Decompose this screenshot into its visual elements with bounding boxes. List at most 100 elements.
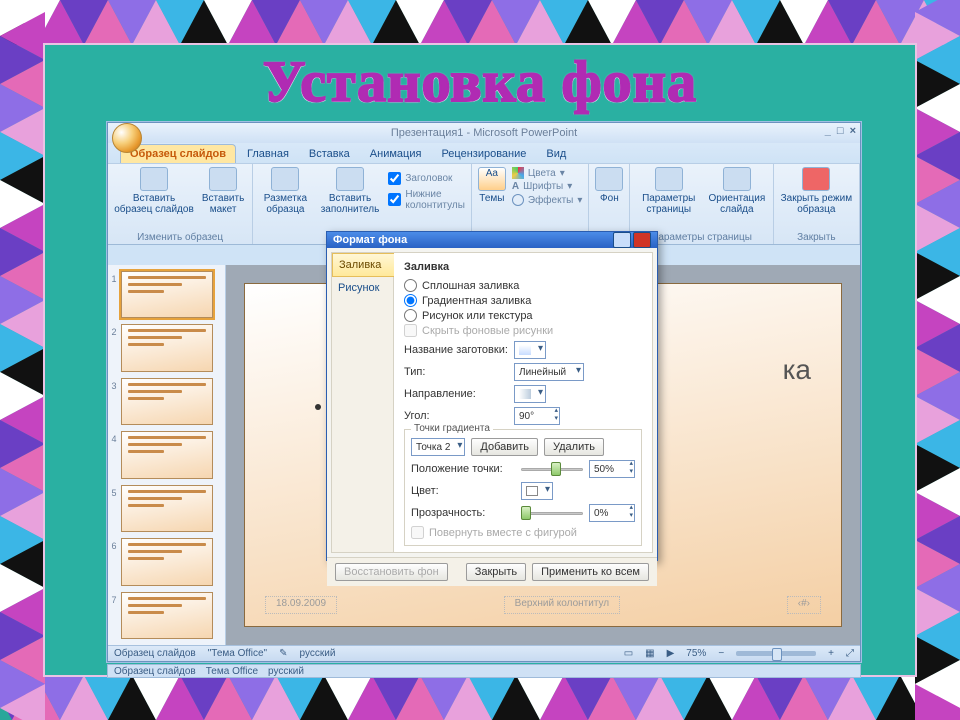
fonts-menu[interactable]: AШрифты ▾ [512, 181, 583, 192]
tab-review[interactable]: Рецензирование [432, 145, 535, 163]
effects-icon [512, 194, 524, 206]
color-picker[interactable] [521, 482, 553, 500]
slide-thumbnail[interactable]: 1 [121, 271, 213, 318]
apply-to-all-button[interactable]: Применить ко всем [532, 563, 649, 581]
nav-picture[interactable]: Рисунок [332, 277, 393, 299]
insert-placeholder-button[interactable]: Вставить заполнитель [318, 167, 383, 215]
footers-checkbox-label: Нижние колонтитулы [405, 189, 465, 211]
master-layout-button[interactable]: Разметка образца [259, 167, 312, 215]
close-master-label: Закрыть режим образца [780, 193, 853, 215]
page-title: Установка фона [0, 48, 960, 115]
themes-button[interactable]: Aa Темы [478, 167, 506, 206]
master-layout-label: Разметка образца [259, 193, 312, 215]
add-stop-button[interactable]: Добавить [471, 438, 538, 456]
status2-theme: Тема Office [206, 666, 258, 677]
colors-menu[interactable]: Цвета ▾ [512, 167, 583, 179]
close-master-button[interactable]: Закрыть режим образца [780, 167, 853, 215]
direction-label: Направление: [404, 388, 508, 400]
radio-picture-label: Рисунок или текстура [422, 310, 533, 322]
maximize-button[interactable]: □ [837, 125, 844, 137]
radio-gradient-input[interactable] [404, 294, 417, 307]
bullet-icon [315, 404, 321, 410]
slide-thumbnail[interactable]: 4 [121, 431, 213, 478]
insert-slide-master-button[interactable]: Вставить образец слайдов [114, 167, 194, 215]
view-sorter-icon[interactable]: ▦ [645, 648, 654, 659]
insert-slide-master-label: Вставить образец слайдов [114, 193, 194, 215]
preset-combo[interactable] [514, 341, 546, 359]
slide-thumbnail[interactable]: 5 [121, 485, 213, 532]
zoom-out-button[interactable]: − [718, 648, 724, 659]
themes-icon: Aa [478, 167, 506, 191]
angle-spinner[interactable]: 90° [514, 407, 560, 425]
footer-slide-number[interactable]: ‹#› [787, 596, 821, 614]
radio-gradient[interactable]: Градиентная заливка [404, 294, 642, 307]
direction-swatch-icon [519, 389, 531, 399]
footer-date[interactable]: 18.09.2009 [265, 596, 337, 614]
stops-legend: Точки градиента [411, 423, 493, 434]
zoom-value[interactable]: 75% [686, 648, 706, 659]
slide-thumbnail[interactable]: 2 [121, 324, 213, 371]
slide-title-tail: ка [783, 354, 811, 386]
slide-thumbnail[interactable]: 6 [121, 538, 213, 585]
fonts-label: Шрифты [523, 181, 563, 192]
dialog-close-button[interactable] [633, 232, 651, 248]
tab-insert[interactable]: Вставка [300, 145, 359, 163]
insert-layout-button[interactable]: Вставить макет [200, 167, 246, 215]
ribbon-group-label: Закрыть [780, 232, 853, 243]
radio-picture-input[interactable] [404, 309, 417, 322]
stop-select[interactable]: Точка 2 [411, 438, 465, 456]
reset-background-button[interactable]: Восстановить фон [335, 563, 448, 581]
office-button[interactable] [112, 123, 142, 153]
dialog-body: Заливка Рисунок Заливка Сплошная заливка… [331, 252, 653, 553]
ribbon-group-label: Изменить образец [114, 232, 246, 243]
preset-label: Название заготовки: [404, 344, 508, 356]
dialog-nav: Заливка Рисунок [332, 253, 394, 552]
minimize-button[interactable]: _ [825, 125, 831, 137]
footers-checkbox[interactable]: Нижние колонтитулы [388, 189, 465, 211]
remove-stop-button[interactable]: Удалить [544, 438, 604, 456]
view-normal-icon[interactable]: ▭ [624, 648, 633, 659]
page-setup-button[interactable]: Параметры страницы [636, 167, 701, 215]
title-checkbox[interactable]: Заголовок [388, 172, 465, 185]
tab-view[interactable]: Вид [537, 145, 575, 163]
status-bar-shadow: Образец слайдов Тема Office русский [107, 664, 861, 678]
dialog-titlebar[interactable]: Формат фона [327, 232, 657, 248]
dialog-close-btn[interactable]: Закрыть [466, 563, 526, 581]
fit-to-window-button[interactable]: ⤢ [846, 648, 854, 659]
color-label: Цвет: [411, 485, 515, 497]
dialog-help-button[interactable] [613, 232, 631, 248]
position-spinner[interactable]: 50% [589, 460, 635, 478]
format-background-dialog: Формат фона Заливка Рисунок Заливка Спло… [326, 231, 658, 561]
slide-thumbnail[interactable]: 7 [121, 592, 213, 639]
type-combo[interactable]: Линейный [514, 363, 584, 381]
footer-center[interactable]: Верхний колонтитул [504, 596, 621, 614]
slide-thumbnail[interactable]: 3 [121, 378, 213, 425]
title-bar: Презентация1 - Microsoft PowerPoint _ □ … [108, 123, 860, 143]
tab-home[interactable]: Главная [238, 145, 298, 163]
position-slider[interactable] [521, 461, 583, 477]
close-master-icon [802, 167, 830, 191]
radio-solid[interactable]: Сплошная заливка [404, 279, 642, 292]
background-button[interactable]: Фон [595, 167, 623, 204]
tab-animation[interactable]: Анимация [361, 145, 431, 163]
footers-checkbox-input[interactable] [388, 193, 401, 206]
bucket-icon [526, 486, 538, 496]
slide-thumbnails[interactable]: 1 2 3 4 5 6 7 [108, 265, 226, 645]
dialog-footer: Восстановить фон Закрыть Применить ко вс… [327, 557, 657, 586]
transparency-slider[interactable] [521, 505, 583, 521]
title-checkbox-input[interactable] [388, 172, 401, 185]
transparency-spinner[interactable]: 0% [589, 504, 635, 522]
radio-solid-input[interactable] [404, 279, 417, 292]
radio-picture-texture[interactable]: Рисунок или текстура [404, 309, 642, 322]
slide-orientation-button[interactable]: Ориентация слайда [707, 167, 767, 215]
nav-fill[interactable]: Заливка [332, 253, 394, 277]
direction-combo[interactable] [514, 385, 546, 403]
insert-layout-label: Вставить макет [200, 193, 246, 215]
zoom-in-button[interactable]: + [828, 648, 834, 659]
status-language[interactable]: русский [300, 648, 336, 659]
view-slideshow-icon[interactable]: ▶ [667, 648, 675, 659]
effects-menu[interactable]: Эффекты ▾ [512, 194, 583, 206]
close-button[interactable]: × [850, 125, 856, 137]
zoom-slider[interactable] [736, 651, 816, 656]
spell-icon[interactable]: ✎ [279, 648, 287, 659]
